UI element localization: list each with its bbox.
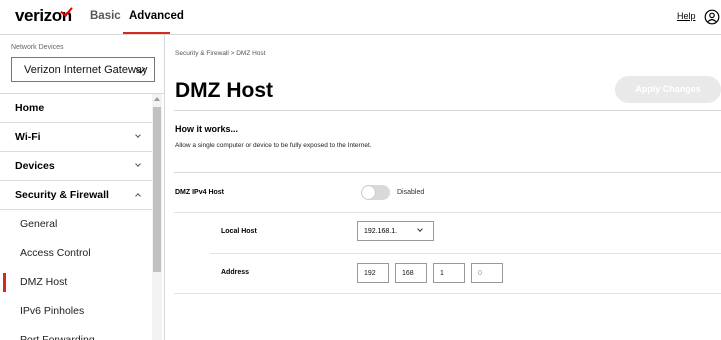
local-host-label: Local Host [221,228,257,235]
section-divider [174,110,721,111]
selected-device: Verizon Internet Gateway [24,64,148,76]
sidebar-item-label: Wi-Fi [15,131,41,143]
chevron-down-icon [135,161,141,167]
scrollbar-thumb[interactable] [153,107,161,272]
help-link[interactable]: Help [677,11,696,21]
sidebar-nav: Home Wi-Fi Devices Security & Firewall G… [0,94,152,340]
sidebar-item-security-firewall[interactable]: Security & Firewall [0,181,152,210]
chevron-down-icon [417,226,423,232]
toggle-state-text: Disabled [397,189,425,196]
user-icon[interactable] [704,9,720,25]
section-divider [174,172,721,173]
sidebar-item-label: Home [15,102,45,114]
how-it-works-heading: How it works... [175,124,239,134]
network-device-select[interactable]: Verizon Internet Gateway [11,57,155,82]
sidebar-subitem-general[interactable]: General [0,210,152,239]
address-octet-4[interactable]: 0 [471,263,503,283]
page-title: DMZ Host [175,79,273,102]
sidebar-item-devices[interactable]: Devices [0,152,152,181]
sidebar-subitem-dmz-host[interactable]: DMZ Host [0,268,152,297]
section-divider [174,293,721,294]
tab-basic[interactable]: Basic [90,10,121,22]
sidebar-item-wifi[interactable]: Wi-Fi [0,123,152,152]
dmz-ipv4-host-label: DMZ IPv4 Host [175,189,225,196]
address-label: Address [221,269,250,276]
how-it-works-description: Allow a single computer or device to be … [175,142,372,149]
local-host-select[interactable]: 192.168.1. [357,221,434,241]
local-host-value: 192.168.1. [364,228,398,235]
breadcrumb[interactable]: Security & Firewall > DMZ Host [175,50,265,57]
sidebar-item-label: Devices [15,160,55,172]
dmz-toggle[interactable] [361,185,390,200]
scroll-up-arrow-icon[interactable] [154,97,160,101]
sidebar-subitem-access-control[interactable]: Access Control [0,239,152,268]
toggle-knob [362,186,375,199]
tab-advanced[interactable]: Advanced [129,10,184,22]
network-devices-label: Network Devices [11,44,64,51]
row-divider [210,253,721,254]
apply-changes-button[interactable]: Apply Changes [615,76,721,103]
sidebar-item-label: Security & Firewall [15,189,109,201]
address-octet-3[interactable]: 1 [433,263,465,283]
active-tab-indicator [123,32,170,34]
sidebar-item-home[interactable]: Home [0,94,152,123]
address-octet-1[interactable]: 192 [357,263,389,283]
sidebar-subitem-ipv6-pinholes[interactable]: IPv6 Pinholes [0,297,152,326]
sidebar-scrollbar[interactable] [152,94,162,340]
chevron-up-icon [135,193,141,199]
row-divider [174,212,721,213]
top-bar: verizon Basic Advanced Help [0,0,721,35]
main-content: Security & Firewall > DMZ Host DMZ Host … [165,35,721,340]
sidebar: Network Devices Verizon Internet Gateway… [0,35,165,340]
address-octet-2[interactable]: 168 [395,263,427,283]
sidebar-subitem-port-forwarding[interactable]: Port Forwarding [0,326,152,340]
chevron-down-icon [135,132,141,138]
